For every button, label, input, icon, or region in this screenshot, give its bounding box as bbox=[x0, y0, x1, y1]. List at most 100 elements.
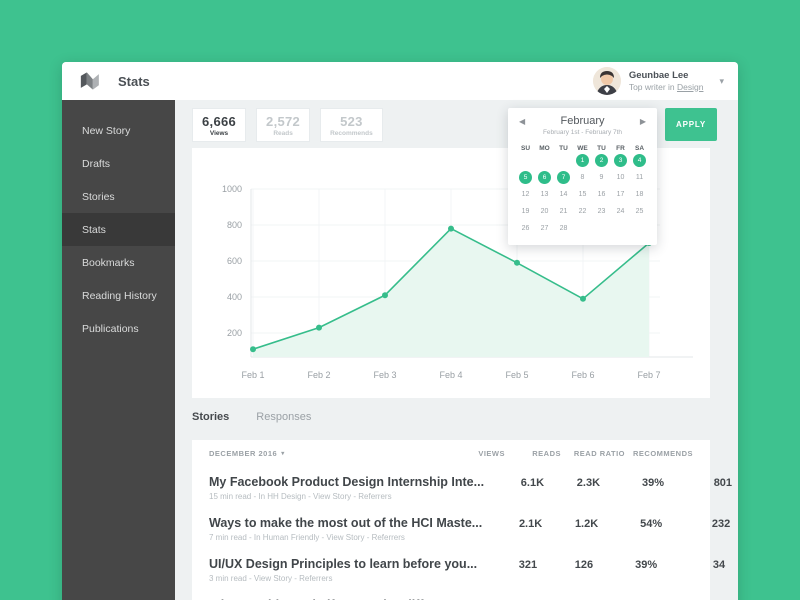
day-header: TU bbox=[597, 145, 606, 152]
content-tabs: Stories Responses bbox=[192, 411, 311, 423]
day-header: FR bbox=[616, 145, 625, 152]
calendar-grid: 1 2 3 4 5 6 7 8 9 10 11 12 13 14 15 16 17 18 19 20 21 22 23 24 2… bbox=[516, 152, 649, 237]
calendar-day[interactable]: 12 bbox=[516, 186, 535, 203]
calendar-week: 1234 bbox=[516, 152, 649, 169]
data-point bbox=[250, 346, 256, 353]
main-content: 6,666 Views 2,572 Reads 523 Recommends A… bbox=[175, 100, 738, 600]
calendar-day-empty bbox=[611, 220, 630, 237]
day-header: WE bbox=[577, 145, 588, 152]
calendar-day[interactable]: 8 bbox=[573, 169, 592, 186]
calendar-day[interactable]: 27 bbox=[535, 220, 554, 237]
calendar-day[interactable]: 28 bbox=[554, 220, 573, 237]
calendar-day[interactable]: 6 bbox=[535, 169, 554, 186]
table-header-row: DECEMBER 2016 ▾ VIEWS READS READ RATIO R… bbox=[192, 440, 710, 467]
calendar-day[interactable]: 3 bbox=[611, 152, 630, 169]
stat-value: 6,666 bbox=[202, 114, 237, 129]
sidebar-item-bookmarks[interactable]: Bookmarks bbox=[62, 246, 175, 279]
recommends-cell: 232 bbox=[711, 518, 731, 530]
table-row[interactable]: What would you do if you took a differen… bbox=[192, 590, 710, 600]
calendar-day[interactable]: 17 bbox=[611, 186, 630, 203]
stat-card-views[interactable]: 6,666 Views bbox=[192, 108, 247, 142]
sidebar-item-stories[interactable]: Stories bbox=[62, 180, 175, 213]
y-tick-label: 1000 bbox=[222, 184, 242, 194]
calendar-day-selected[interactable]: 5 bbox=[519, 171, 532, 184]
tab-stories[interactable]: Stories bbox=[192, 411, 229, 423]
day-header: MO bbox=[539, 145, 550, 152]
calendar-day[interactable]: 18 bbox=[630, 186, 649, 203]
story-title[interactable]: UI/UX Design Principles to learn before … bbox=[209, 557, 477, 571]
calendar-day-empty bbox=[573, 220, 592, 237]
table-row[interactable]: My Facebook Product Design Internship In… bbox=[192, 467, 732, 508]
apply-button[interactable]: APPLY bbox=[665, 108, 717, 141]
calendar-day[interactable]: 21 bbox=[554, 203, 573, 220]
calendar-day[interactable]: 11 bbox=[630, 169, 649, 186]
read-ratio-cell: 39% bbox=[642, 477, 665, 489]
calendar-day-selected[interactable]: 4 bbox=[633, 154, 646, 167]
sidebar-item-reading-history[interactable]: Reading History bbox=[62, 279, 175, 312]
calendar-day[interactable]: 13 bbox=[535, 186, 554, 203]
sidebar-item-publications[interactable]: Publications bbox=[62, 312, 175, 345]
calendar-day[interactable]: 25 bbox=[630, 203, 649, 220]
sidebar-item-new-story[interactable]: New Story bbox=[62, 114, 175, 147]
user-info[interactable]: Geunbae Lee Top writer in Design bbox=[629, 70, 704, 93]
table-row[interactable]: Ways to make the most out of the HCI Mas… bbox=[192, 508, 730, 549]
calendar-day-empty bbox=[630, 220, 649, 237]
data-point bbox=[316, 324, 322, 331]
calendar-day[interactable]: 16 bbox=[592, 186, 611, 203]
calendar-day-headers: SU MO TU WE TU FR SA bbox=[516, 145, 649, 152]
calendar-day-selected[interactable]: 3 bbox=[614, 154, 627, 167]
recommends-cell: 801 bbox=[713, 477, 733, 489]
top-header: Stats Geunbae Lee Top writer in Design ▾ bbox=[62, 62, 738, 100]
calendar-day[interactable]: 9 bbox=[592, 169, 611, 186]
recommends-cell: 34 bbox=[712, 559, 726, 571]
avatar[interactable] bbox=[592, 67, 621, 95]
stat-card-reads[interactable]: 2,572 Reads bbox=[256, 108, 311, 142]
calendar-day[interactable]: 7 bbox=[554, 169, 573, 186]
sidebar-item-drafts[interactable]: Drafts bbox=[62, 147, 175, 180]
calendar-day-selected[interactable]: 1 bbox=[576, 154, 589, 167]
page-title: Stats bbox=[118, 73, 150, 89]
stat-label: Reads bbox=[273, 130, 293, 137]
reads-cell: 126 bbox=[574, 559, 594, 571]
calendar-day-empty bbox=[535, 152, 554, 169]
views-cell: 6.1K bbox=[520, 477, 545, 489]
calendar-month: February bbox=[560, 115, 605, 127]
calendar-day[interactable]: 5 bbox=[516, 169, 535, 186]
stat-card-recommends[interactable]: 523 Recommends bbox=[320, 108, 383, 142]
sidebar-item-stats[interactable]: Stats bbox=[62, 213, 175, 246]
calendar-day[interactable]: 2 bbox=[592, 152, 611, 169]
calendar-dropdown: ◀ February February 1st - February 7th ▶… bbox=[508, 108, 657, 245]
calendar-day[interactable]: 1 bbox=[573, 152, 592, 169]
calendar-day[interactable]: 4 bbox=[630, 152, 649, 169]
tab-responses[interactable]: Responses bbox=[256, 411, 311, 423]
data-point bbox=[382, 292, 388, 299]
calendar-day-selected[interactable]: 6 bbox=[538, 171, 551, 184]
calendar-day[interactable]: 22 bbox=[573, 203, 592, 220]
calendar-prev-icon[interactable]: ◀ bbox=[519, 118, 525, 126]
period-selector[interactable]: DECEMBER 2016 ▾ bbox=[209, 449, 445, 458]
column-header-reads: READS bbox=[532, 449, 561, 458]
day-header: SA bbox=[634, 145, 645, 152]
calendar-day-empty bbox=[516, 152, 535, 169]
story-title[interactable]: My Facebook Product Design Internship In… bbox=[209, 475, 484, 489]
calendar-day[interactable]: 14 bbox=[554, 186, 573, 203]
y-tick-label: 400 bbox=[227, 292, 242, 302]
calendar-day[interactable]: 15 bbox=[573, 186, 592, 203]
calendar-next-icon[interactable]: ▶ bbox=[640, 118, 646, 126]
x-tick-label: Feb 6 bbox=[571, 370, 594, 380]
calendar-day-selected[interactable]: 2 bbox=[595, 154, 608, 167]
story-title[interactable]: Ways to make the most out of the HCI Mas… bbox=[209, 516, 482, 530]
calendar-day[interactable]: 23 bbox=[592, 203, 611, 220]
calendar-day[interactable]: 24 bbox=[611, 203, 630, 220]
table-row[interactable]: UI/UX Design Principles to learn before … bbox=[192, 549, 725, 590]
calendar-day[interactable]: 10 bbox=[611, 169, 630, 186]
calendar-day[interactable]: 26 bbox=[516, 220, 535, 237]
chevron-down-icon[interactable]: ▾ bbox=[719, 76, 724, 87]
design-link[interactable]: Design bbox=[677, 82, 703, 92]
x-tick-label: Feb 2 bbox=[307, 370, 330, 380]
medium-logo-icon[interactable] bbox=[80, 72, 104, 90]
calendar-day[interactable]: 19 bbox=[516, 203, 535, 220]
story-cell: My Facebook Product Design Internship In… bbox=[209, 475, 484, 501]
calendar-day-selected[interactable]: 7 bbox=[557, 171, 570, 184]
calendar-day[interactable]: 20 bbox=[535, 203, 554, 220]
